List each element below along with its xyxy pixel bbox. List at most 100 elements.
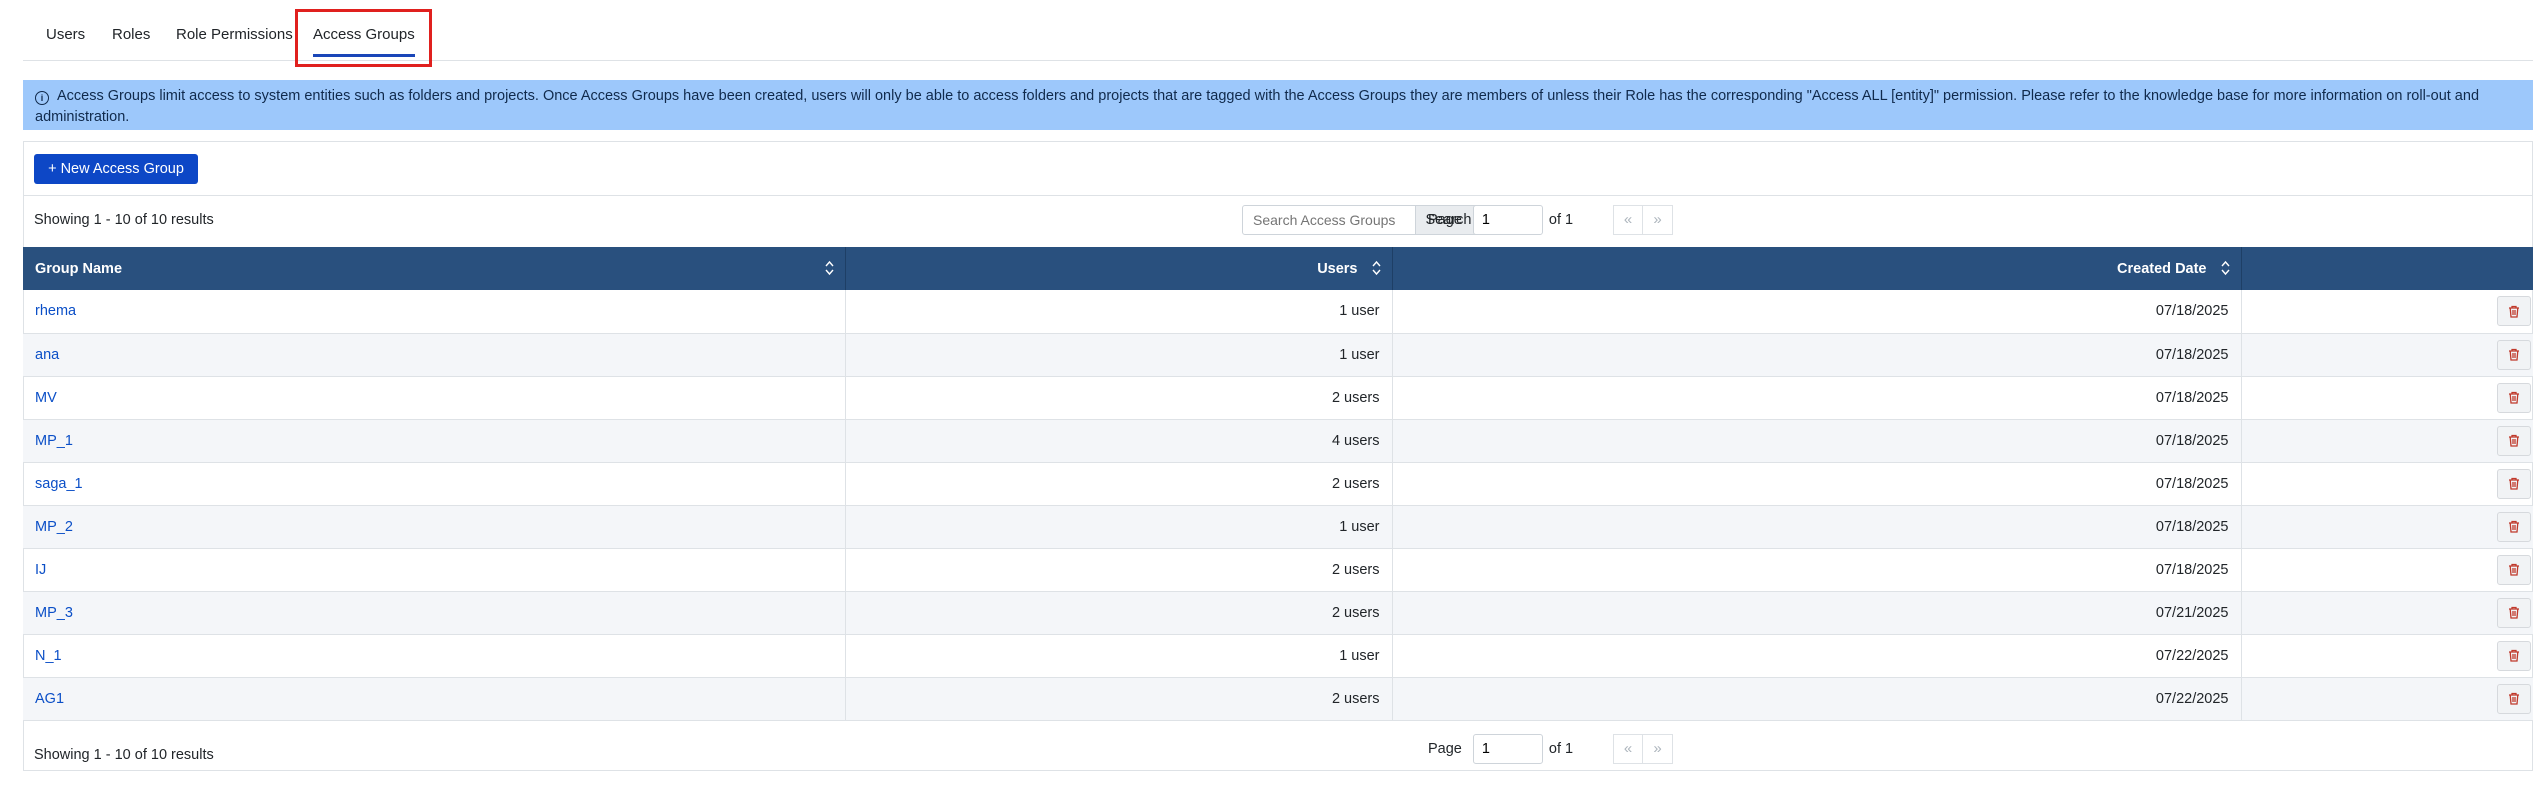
trash-icon — [2509, 305, 2519, 318]
table-row: AG1 2 users 07/22/2025 — [23, 677, 2533, 721]
tab-role-permissions[interactable]: Role Permissions — [176, 18, 293, 60]
table-row: rhema 1 user 07/18/2025 — [23, 290, 2533, 334]
cell-group-name: MP_2 — [23, 505, 846, 549]
column-header-group-name[interactable]: Group Name — [23, 247, 846, 290]
group-name-link[interactable]: MP_2 — [35, 519, 73, 535]
cell-group-name: N_1 — [23, 634, 846, 678]
group-name-link[interactable]: IJ — [35, 562, 46, 578]
new-access-group-button[interactable]: + New Access Group — [34, 154, 198, 184]
cell-actions — [2241, 376, 2533, 420]
column-header-users[interactable]: Users — [845, 247, 1393, 290]
trash-icon — [2509, 649, 2519, 662]
group-name-link[interactable]: rhema — [35, 303, 76, 319]
cell-created-date: 07/18/2025 — [1392, 548, 2242, 592]
table-row: ana 1 user 07/18/2025 — [23, 333, 2533, 377]
cell-users: 4 users — [845, 419, 1393, 463]
cell-group-name: rhema — [23, 290, 846, 334]
cell-actions — [2241, 462, 2533, 506]
banner-text-line2: administration. — [35, 109, 130, 125]
delete-button[interactable] — [2497, 597, 2531, 628]
cell-users: 2 users — [845, 376, 1393, 420]
delete-button[interactable] — [2497, 511, 2531, 542]
column-header-created-date[interactable]: Created Date — [1392, 247, 2242, 290]
cell-actions — [2241, 634, 2533, 678]
cell-created-date: 07/18/2025 — [1392, 333, 2242, 377]
tab-users[interactable]: Users — [46, 18, 85, 60]
cell-actions — [2241, 548, 2533, 592]
table-row: MV 2 users 07/18/2025 — [23, 376, 2533, 420]
group-name-link[interactable]: MP_1 — [35, 433, 73, 449]
group-name-link[interactable]: ana — [35, 347, 59, 363]
trash-icon — [2509, 348, 2519, 361]
access-groups-panel: + New Access Group Showing 1 - 10 of 10 … — [23, 141, 2533, 771]
cell-users: 2 users — [845, 591, 1393, 635]
page-number-input[interactable] — [1472, 734, 1543, 764]
delete-button[interactable] — [2497, 296, 2531, 327]
delete-button[interactable] — [2497, 339, 2531, 370]
page-number-input[interactable] — [1472, 205, 1543, 235]
prev-page-button[interactable]: « — [1613, 205, 1644, 235]
delete-button[interactable] — [2497, 554, 2531, 585]
column-header-actions — [2241, 247, 2533, 290]
sort-icon[interactable] — [2220, 260, 2230, 276]
delete-button[interactable] — [2497, 468, 2531, 499]
trash-icon — [2509, 477, 2519, 490]
cell-created-date: 07/22/2025 — [1392, 634, 2242, 678]
trash-icon — [2509, 434, 2519, 447]
table-row: N_1 1 user 07/22/2025 — [23, 634, 2533, 678]
cell-created-date: 07/18/2025 — [1392, 505, 2242, 549]
page-label: Page — [1428, 741, 1462, 757]
next-page-button[interactable]: » — [1643, 734, 1674, 764]
delete-button[interactable] — [2497, 425, 2531, 456]
group-name-link[interactable]: N_1 — [35, 648, 62, 664]
pagination-bottom: Page of 1 « » — [1428, 734, 1674, 764]
table-row: MP_2 1 user 07/18/2025 — [23, 505, 2533, 549]
cell-created-date: 07/22/2025 — [1392, 677, 2242, 721]
next-page-button[interactable]: » — [1643, 205, 1674, 235]
trash-icon — [2509, 692, 2519, 705]
info-circle-icon: i — [35, 91, 49, 105]
cell-users: 2 users — [845, 677, 1393, 721]
group-name-link[interactable]: MV — [35, 390, 57, 406]
prev-page-button[interactable]: « — [1613, 734, 1644, 764]
table-row: MP_1 4 users 07/18/2025 — [23, 419, 2533, 463]
cell-group-name: ana — [23, 333, 846, 377]
trash-icon — [2509, 520, 2519, 533]
cell-created-date: 07/18/2025 — [1392, 419, 2242, 463]
sort-icon[interactable] — [824, 260, 834, 276]
access-groups-table: Group Name Users Created Date rhema 1 use… — [23, 247, 2533, 721]
cell-group-name: MV — [23, 376, 846, 420]
page-nav: « » — [1613, 734, 1674, 764]
cell-users: 1 user — [845, 333, 1393, 377]
trash-icon — [2509, 391, 2519, 404]
cell-group-name: IJ — [23, 548, 846, 592]
table-header-row: Group Name Users Created Date — [23, 247, 2533, 290]
trash-icon — [2509, 606, 2519, 619]
cell-group-name: MP_1 — [23, 419, 846, 463]
sort-icon[interactable] — [1371, 260, 1381, 276]
cell-actions — [2241, 591, 2533, 635]
cell-actions — [2241, 505, 2533, 549]
cell-actions — [2241, 419, 2533, 463]
cell-created-date: 07/18/2025 — [1392, 376, 2242, 420]
delete-button[interactable] — [2497, 683, 2531, 714]
group-name-link[interactable]: saga_1 — [35, 476, 83, 492]
highlight-box — [295, 9, 432, 67]
tab-roles[interactable]: Roles — [112, 18, 150, 60]
trash-icon — [2509, 563, 2519, 576]
delete-button[interactable] — [2497, 640, 2531, 671]
group-name-link[interactable]: AG1 — [35, 691, 64, 707]
cell-users: 2 users — [845, 548, 1393, 592]
group-name-link[interactable]: MP_3 — [35, 605, 73, 621]
search-input[interactable] — [1242, 205, 1416, 235]
cell-actions — [2241, 290, 2533, 334]
divider — [24, 195, 2532, 196]
results-count-bottom: Showing 1 - 10 of 10 results — [34, 747, 214, 763]
page-nav: « » — [1613, 205, 1674, 235]
delete-button[interactable] — [2497, 382, 2531, 413]
page-total: of 1 — [1548, 741, 1574, 757]
table-row: IJ 2 users 07/18/2025 — [23, 548, 2533, 592]
info-banner: i Access Groups limit access to system en… — [23, 80, 2533, 130]
cell-group-name: MP_3 — [23, 591, 846, 635]
cell-users: 1 user — [845, 290, 1393, 334]
